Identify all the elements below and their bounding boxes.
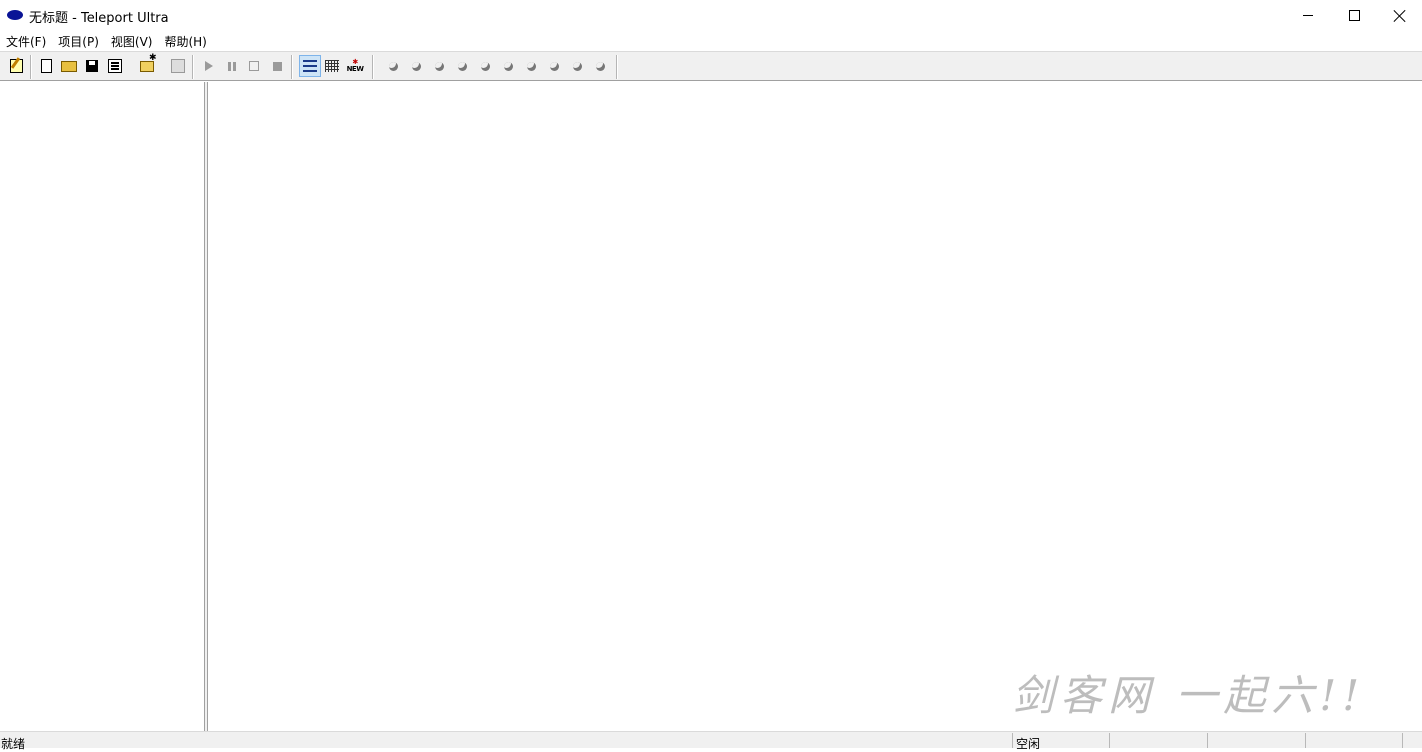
pause-icon bbox=[228, 61, 236, 71]
play-icon bbox=[205, 61, 213, 71]
thread-indicator bbox=[453, 57, 471, 75]
size-grip[interactable] bbox=[1402, 733, 1422, 748]
stop-button[interactable] bbox=[268, 57, 286, 75]
thread-status-icon bbox=[411, 61, 421, 71]
thread-status-icon bbox=[595, 61, 605, 71]
title-bar: 无标题 - Teleport Ultra bbox=[0, 0, 1422, 31]
menu-help[interactable]: 帮助(H) bbox=[158, 31, 212, 51]
thread-status-icon bbox=[388, 61, 398, 71]
content-list-pane[interactable] bbox=[207, 82, 1422, 731]
grid-view-icon bbox=[325, 60, 339, 72]
new-folder-icon bbox=[140, 53, 157, 72]
watermark: 剑客网 一起六!! bbox=[1012, 671, 1366, 720]
new-badge-icon: ✱ NEW bbox=[346, 58, 364, 74]
list-view-icon bbox=[303, 60, 317, 72]
toolbar-separator bbox=[291, 55, 293, 79]
start-button[interactable] bbox=[200, 57, 218, 75]
project-tree-pane[interactable] bbox=[0, 82, 205, 731]
thread-status-icon bbox=[480, 61, 490, 71]
stop-icon bbox=[272, 61, 282, 71]
detail-view-button[interactable] bbox=[323, 57, 341, 75]
new-button[interactable] bbox=[37, 57, 55, 75]
minimize-icon bbox=[1303, 15, 1313, 16]
toolbar-separator bbox=[372, 55, 374, 79]
close-button[interactable] bbox=[1377, 0, 1422, 31]
thread-indicator bbox=[499, 57, 517, 75]
toolbar-separator bbox=[30, 55, 32, 79]
window-title: 无标题 - Teleport Ultra bbox=[29, 11, 169, 26]
maximize-icon bbox=[1348, 10, 1360, 21]
new-document-icon bbox=[40, 59, 52, 73]
status-bar: 就绪 空闲 bbox=[0, 731, 1422, 751]
properties-button[interactable] bbox=[106, 57, 124, 75]
thread-indicator bbox=[568, 57, 586, 75]
thread-indicator bbox=[545, 57, 563, 75]
minimize-button[interactable] bbox=[1285, 0, 1331, 31]
list-view-button[interactable] bbox=[299, 55, 321, 77]
properties-icon bbox=[108, 59, 122, 73]
copy-icon bbox=[171, 59, 185, 73]
new-address-button[interactable] bbox=[138, 53, 157, 75]
maximize-button[interactable] bbox=[1331, 0, 1377, 31]
status-panel bbox=[1305, 733, 1402, 748]
thread-status-icon bbox=[434, 61, 444, 71]
menu-bar: 文件(F) 项目(P) 视图(V) 帮助(H) bbox=[0, 31, 1422, 51]
menu-view[interactable]: 视图(V) bbox=[105, 31, 159, 51]
thread-indicator bbox=[430, 57, 448, 75]
toolbar: ✱NEW bbox=[0, 51, 1422, 81]
toolbar-separator bbox=[192, 55, 194, 79]
close-icon bbox=[1393, 9, 1407, 23]
toolbar-separator bbox=[616, 55, 618, 79]
new-badge-button[interactable]: ✱ NEW bbox=[346, 57, 364, 75]
status-idle-text: 空闲 bbox=[1016, 737, 1041, 751]
thread-indicator bbox=[407, 57, 425, 75]
save-button[interactable] bbox=[83, 57, 101, 75]
edit-icon bbox=[9, 59, 23, 73]
thread-status-icon bbox=[572, 61, 582, 71]
edit-project-button[interactable] bbox=[7, 57, 25, 75]
open-folder-icon bbox=[61, 60, 77, 72]
pause-button[interactable] bbox=[223, 57, 241, 75]
thread-indicator bbox=[591, 57, 609, 75]
thread-status-icon bbox=[526, 61, 536, 71]
menu-project[interactable]: 项目(P) bbox=[52, 31, 105, 51]
status-panel bbox=[1207, 733, 1305, 748]
open-button[interactable] bbox=[60, 57, 78, 75]
copy-button[interactable] bbox=[169, 57, 187, 75]
thread-status-icon bbox=[549, 61, 559, 71]
stop-outline-icon bbox=[249, 61, 259, 71]
thread-indicator bbox=[384, 57, 402, 75]
thread-status-icon bbox=[457, 61, 467, 71]
save-disk-icon bbox=[86, 60, 98, 72]
thread-status-icon bbox=[503, 61, 513, 71]
status-panel bbox=[1109, 733, 1207, 748]
thread-indicator bbox=[476, 57, 494, 75]
app-logo-icon bbox=[7, 10, 23, 20]
stop-outline-button[interactable] bbox=[245, 57, 263, 75]
status-ready-text: 就绪 bbox=[1, 737, 26, 751]
thread-indicator bbox=[522, 57, 540, 75]
menu-file[interactable]: 文件(F) bbox=[0, 31, 52, 51]
